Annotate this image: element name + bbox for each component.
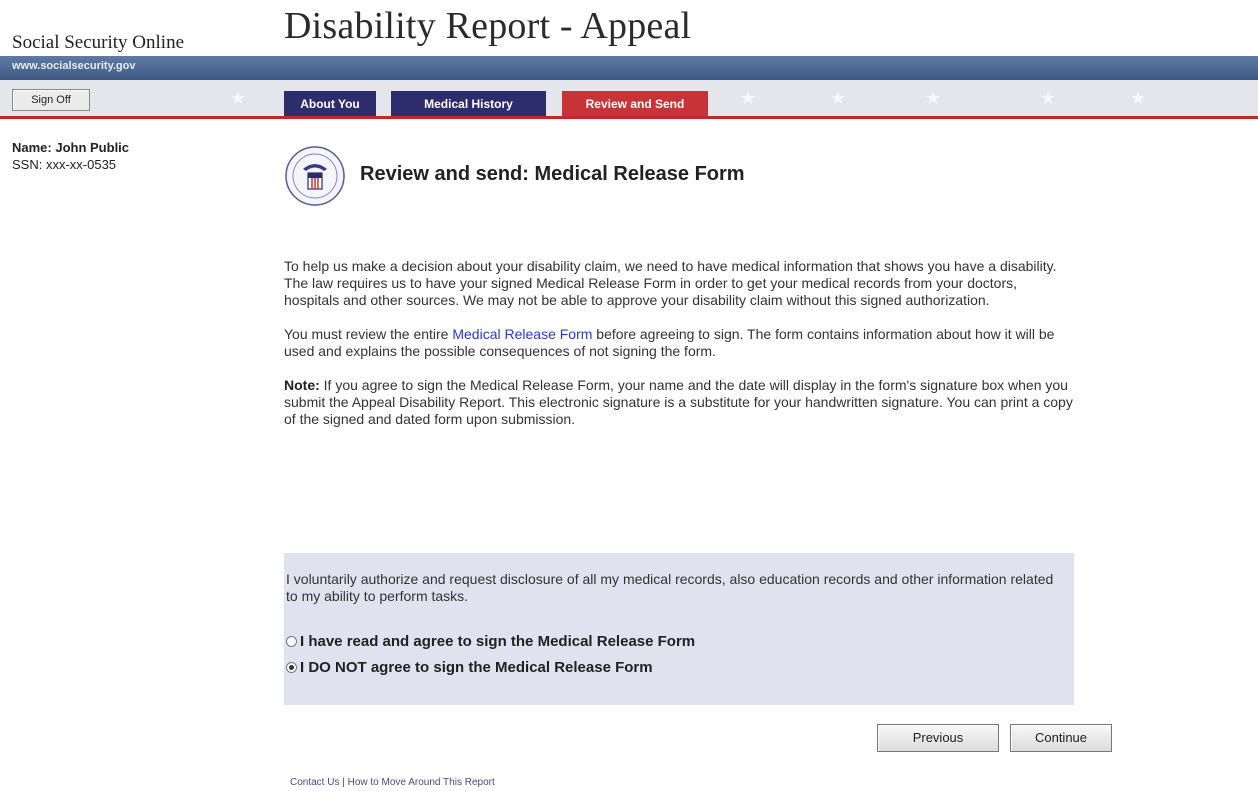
disagree-label[interactable]: I DO NOT agree to sign the Medical Relea… bbox=[300, 659, 653, 676]
ssa-seal-icon bbox=[285, 146, 345, 206]
sign-off-button[interactable]: Sign Off bbox=[12, 89, 90, 111]
star-decoration-icon: ★ bbox=[1040, 88, 1057, 108]
review-text-before: You must review the entire bbox=[284, 326, 453, 342]
tab-about-you[interactable]: About You bbox=[284, 91, 376, 117]
disagree-option[interactable]: I DO NOT agree to sign the Medical Relea… bbox=[286, 659, 653, 676]
star-decoration-icon: ★ bbox=[230, 88, 247, 108]
authorization-box: I voluntarily authorize and request disc… bbox=[284, 553, 1074, 705]
footer-links: Contact Us | How to Move Around This Rep… bbox=[290, 777, 495, 788]
previous-button[interactable]: Previous bbox=[877, 724, 999, 752]
agree-radio[interactable] bbox=[286, 636, 297, 647]
disagree-radio[interactable] bbox=[286, 662, 297, 673]
app-title: Disability Report - Appeal bbox=[284, 5, 692, 47]
site-url[interactable]: www.socialsecurity.gov bbox=[12, 60, 136, 72]
site-name: Social Security Online bbox=[12, 32, 185, 53]
user-ssn: SSN: xxx-xx-0535 bbox=[12, 157, 117, 172]
review-paragraph: You must review the entire Medical Relea… bbox=[284, 326, 1074, 360]
tab-medical-history[interactable]: Medical History bbox=[391, 91, 546, 117]
continue-button[interactable]: Continue bbox=[1010, 724, 1112, 752]
agree-label[interactable]: I have read and agree to sign the Medica… bbox=[300, 633, 695, 650]
note-paragraph: Note: If you agree to sign the Medical R… bbox=[284, 377, 1074, 428]
star-decoration-icon: ★ bbox=[1130, 88, 1147, 108]
medical-release-form-link[interactable]: Medical Release Form bbox=[452, 326, 592, 342]
how-to-move-link[interactable]: How to Move Around This Report bbox=[348, 777, 495, 788]
contact-us-link[interactable]: Contact Us bbox=[290, 777, 339, 788]
user-name: Name: John Public bbox=[12, 140, 130, 155]
content-body: To help us make a decision about your di… bbox=[284, 258, 1074, 445]
star-decoration-icon: ★ bbox=[925, 88, 942, 108]
tab-review-and-send[interactable]: Review and Send bbox=[562, 91, 708, 117]
note-label: Note: bbox=[284, 377, 320, 393]
intro-paragraph: To help us make a decision about your di… bbox=[284, 258, 1057, 308]
page-title: Review and send: Medical Release Form bbox=[360, 163, 745, 185]
footer-separator: | bbox=[339, 777, 348, 788]
star-decoration-icon: ★ bbox=[830, 88, 847, 108]
agree-option[interactable]: I have read and agree to sign the Medica… bbox=[286, 633, 695, 650]
nav-strip: ★ ★ ★ ★ ★ ★ Sign Off About You Medical H… bbox=[0, 80, 1258, 119]
authorization-text: I voluntarily authorize and request disc… bbox=[286, 571, 1054, 604]
header-bar: www.socialsecurity.gov bbox=[0, 56, 1258, 80]
note-text: If you agree to sign the Medical Release… bbox=[284, 377, 1073, 427]
nav-divider bbox=[0, 116, 1258, 119]
star-decoration-icon: ★ bbox=[740, 88, 757, 108]
